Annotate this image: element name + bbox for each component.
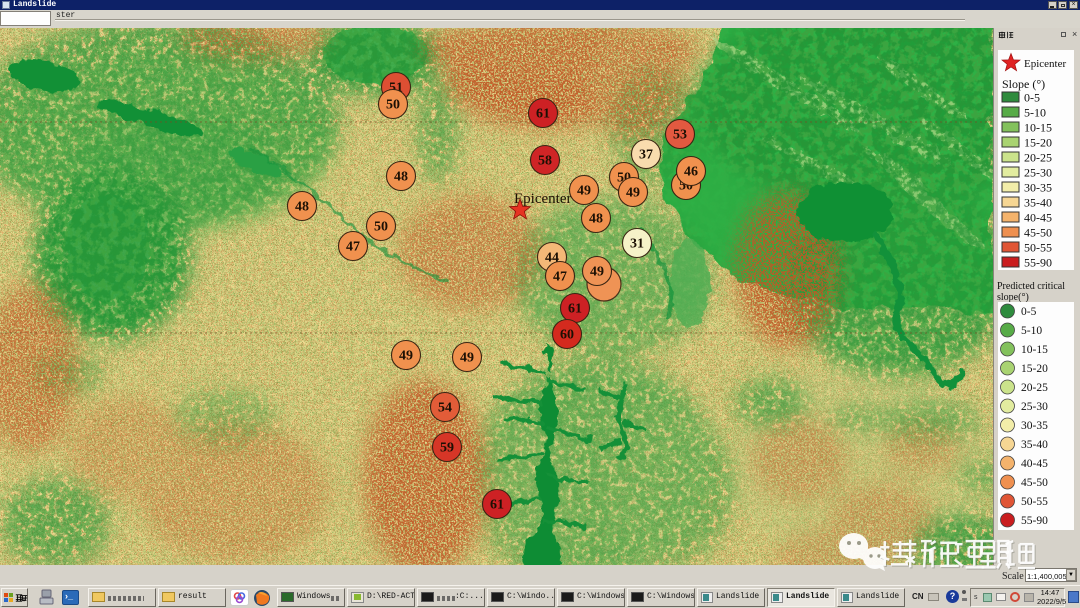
svg-text:15-20: 15-20 bbox=[1024, 136, 1052, 150]
svg-text:20-25: 20-25 bbox=[1021, 382, 1048, 394]
svg-text:61: 61 bbox=[490, 498, 504, 513]
svg-text:35-40: 35-40 bbox=[1024, 196, 1052, 210]
svg-text:55-90: 55-90 bbox=[1024, 256, 1052, 270]
svg-text:50-55: 50-55 bbox=[1024, 241, 1052, 255]
svg-text:55-90: 55-90 bbox=[1021, 515, 1048, 527]
svg-text:45-50: 45-50 bbox=[1021, 477, 1048, 489]
svg-text:20-25: 20-25 bbox=[1024, 151, 1052, 165]
svg-text:48: 48 bbox=[295, 200, 309, 215]
svg-text:49: 49 bbox=[399, 349, 413, 364]
svg-text:45-50: 45-50 bbox=[1024, 226, 1052, 240]
svg-text:5-10: 5-10 bbox=[1021, 325, 1042, 337]
svg-text:61: 61 bbox=[568, 302, 582, 317]
svg-text:Slope (°): Slope (°) bbox=[1002, 77, 1045, 91]
svg-text:10-15: 10-15 bbox=[1024, 121, 1052, 135]
svg-text:61: 61 bbox=[536, 107, 550, 122]
svg-text:54: 54 bbox=[438, 401, 452, 416]
svg-text:10-15: 10-15 bbox=[1021, 344, 1048, 356]
svg-text:35-40: 35-40 bbox=[1021, 439, 1048, 451]
svg-text:Epicenter: Epicenter bbox=[514, 191, 571, 207]
svg-text:15-20: 15-20 bbox=[1021, 363, 1048, 375]
svg-text:Epicenter: Epicenter bbox=[1024, 58, 1066, 70]
svg-text:5-10: 5-10 bbox=[1024, 106, 1046, 120]
svg-text:47: 47 bbox=[346, 240, 360, 255]
svg-text:48: 48 bbox=[589, 212, 603, 227]
svg-text:50: 50 bbox=[386, 98, 400, 113]
svg-text:0-5: 0-5 bbox=[1021, 306, 1037, 318]
svg-text:50-55: 50-55 bbox=[1021, 496, 1048, 508]
svg-text:48: 48 bbox=[394, 170, 408, 185]
svg-text:49: 49 bbox=[577, 184, 591, 199]
svg-text:31: 31 bbox=[630, 237, 644, 252]
svg-text:37: 37 bbox=[639, 148, 653, 163]
svg-text:30-35: 30-35 bbox=[1024, 181, 1052, 195]
svg-text:53: 53 bbox=[673, 128, 687, 143]
svg-text:40-45: 40-45 bbox=[1024, 211, 1052, 225]
svg-text:47: 47 bbox=[553, 270, 567, 285]
svg-text:49: 49 bbox=[460, 351, 474, 366]
svg-text:58: 58 bbox=[538, 154, 552, 169]
svg-text:49: 49 bbox=[590, 265, 604, 280]
svg-text:40-45: 40-45 bbox=[1021, 458, 1048, 470]
svg-text:59: 59 bbox=[440, 441, 454, 456]
svg-text:25-30: 25-30 bbox=[1021, 401, 1048, 413]
svg-text:30-35: 30-35 bbox=[1021, 420, 1048, 432]
svg-text:60: 60 bbox=[560, 328, 574, 343]
svg-text:46: 46 bbox=[684, 165, 698, 180]
svg-text:49: 49 bbox=[626, 186, 640, 201]
svg-text:0-5: 0-5 bbox=[1024, 91, 1040, 105]
svg-text:50: 50 bbox=[374, 220, 388, 235]
svg-text:25-30: 25-30 bbox=[1024, 166, 1052, 180]
